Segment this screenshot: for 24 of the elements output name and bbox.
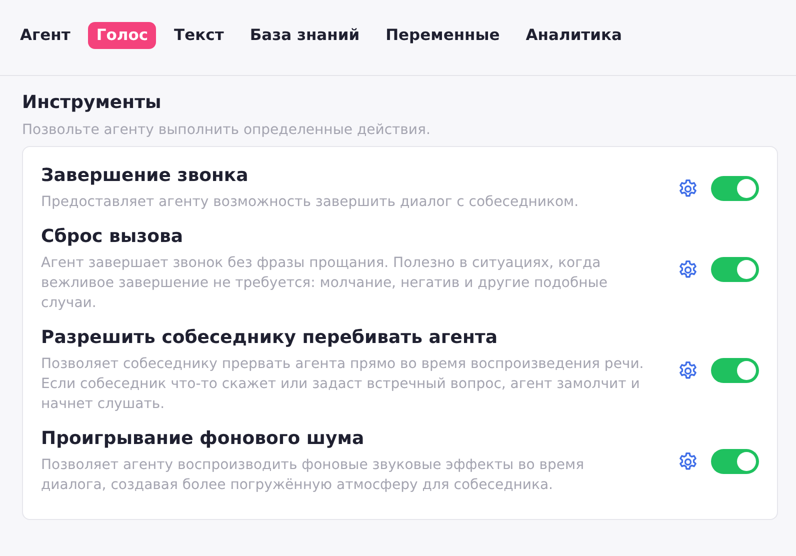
tool-title: Сброс вызова: [41, 226, 184, 247]
toggle-switch[interactable]: [711, 449, 759, 474]
toggle-switch[interactable]: [711, 257, 759, 282]
section-subtitle: Позвольте агенту выполнить определенные действия.: [22, 122, 432, 138]
tool-description: Агент завершает звонок без фразы прощания. Полезно в ситуациях, когда вежливое завершение не требуется: молчание, негатив и другие подобные случаи.: [41, 254, 608, 313]
tab[interactable]: Переменные: [378, 22, 508, 49]
toggle-switch[interactable]: [711, 358, 759, 383]
tool-title: Проигрывание фонового шума: [41, 428, 366, 449]
tab[interactable]: Аналитика: [518, 22, 630, 49]
tool-description: Предоставляет агенту возможность завершить диалог с собеседником.: [41, 193, 580, 212]
tool-description: Позволяет агенту воспроизводить фоновые звуковые эффекты во время диалога, создавая более погружённую атмосферу для собеседника.: [41, 456, 585, 495]
tool-title: Завершение звонка: [41, 165, 250, 186]
settings-icon[interactable]: [677, 360, 699, 382]
tab[interactable]: Текст: [166, 22, 232, 49]
tool-title: Разрешить собеседнику перебивать агента: [41, 327, 499, 348]
tab[interactable]: База знаний: [242, 22, 368, 49]
tab[interactable]: Агент: [12, 22, 78, 49]
tool-description: Позволяет собеседнику прервать агента прямо во время воспроизведения речи. Если собеседник что-то скажет или задаст встречный вопрос, агент замолчит и начнет слушать.: [41, 355, 645, 414]
tab[interactable]: Голос: [88, 22, 156, 49]
settings-icon[interactable]: [677, 258, 699, 280]
toggle-switch[interactable]: [711, 176, 759, 201]
section-title: Инструменты: [22, 92, 162, 113]
settings-icon[interactable]: [677, 178, 699, 200]
settings-icon[interactable]: [677, 450, 699, 472]
